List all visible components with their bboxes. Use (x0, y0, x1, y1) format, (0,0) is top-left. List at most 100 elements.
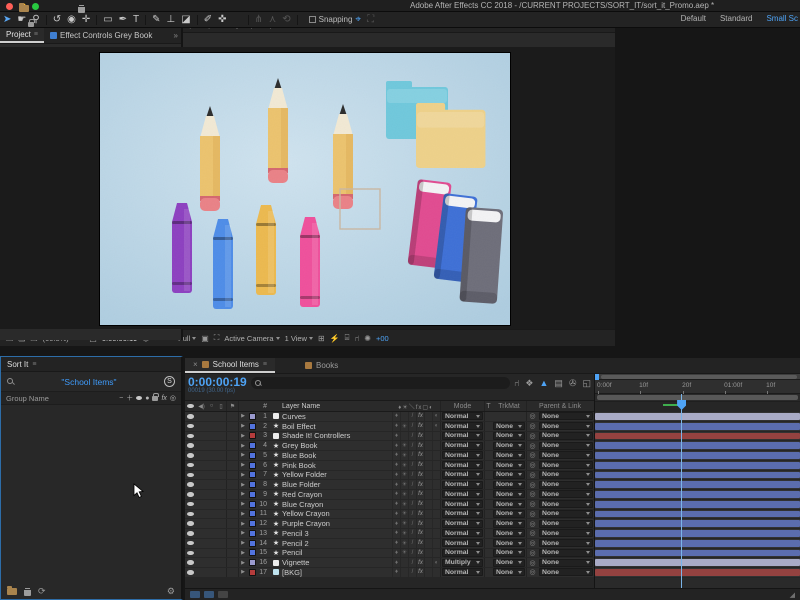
solo-toggle[interactable] (207, 432, 216, 441)
label-color-chip[interactable] (247, 529, 257, 538)
quality-switch[interactable]: / (408, 500, 416, 509)
layer-bar[interactable] (595, 500, 800, 510)
solo-toggle[interactable] (207, 510, 216, 519)
table-row[interactable]: ▶ 2 ★ Boil Effect ♦ ☀ / fx ◐ Normal None… (185, 422, 594, 432)
label-column-icon[interactable]: ⚑ (227, 401, 239, 411)
visibility-toggle[interactable] (185, 432, 196, 441)
parent-dropdown[interactable]: None (538, 510, 594, 519)
world-axis-mode-icon[interactable]: ⋏ (266, 13, 279, 27)
audio-toggle[interactable] (196, 432, 207, 441)
visibility-toggle[interactable] (185, 539, 196, 548)
visibility-toggle[interactable] (185, 441, 196, 450)
tab-timeline-school-items[interactable]: × School Items ≡ (185, 358, 275, 373)
shy-switch[interactable]: ♦ (392, 500, 400, 509)
close-window-button[interactable] (6, 3, 13, 10)
fx-switch[interactable]: fx (416, 451, 424, 460)
preserve-transparency-toggle[interactable] (484, 471, 492, 480)
mode-dropdown[interactable]: Normal (440, 568, 484, 577)
fx-switch[interactable]: fx (416, 490, 424, 499)
label-color-chip[interactable] (247, 500, 257, 509)
audio-toggle[interactable] (196, 451, 207, 460)
lock-icon[interactable] (152, 396, 158, 401)
timeline-track-area[interactable]: 0:00f10f20f01:00f10f (595, 374, 800, 588)
visibility-toggle[interactable] (185, 549, 196, 558)
quality-switch[interactable]: / (408, 412, 416, 421)
trkmat-dropdown[interactable]: None (492, 510, 526, 519)
pick-whip-icon[interactable]: ◎ (526, 461, 538, 470)
label-color-chip[interactable] (247, 422, 257, 431)
shy-switch[interactable]: ♦ (392, 539, 400, 548)
visibility-toggle[interactable] (185, 412, 196, 421)
solo-toggle[interactable] (207, 412, 216, 421)
trkmat-dropdown[interactable]: None (492, 490, 526, 499)
frame-blend-switch[interactable] (424, 422, 432, 431)
solo-toggle[interactable] (207, 480, 216, 489)
layer-name[interactable]: Grey Book (282, 441, 392, 450)
mode-dropdown[interactable]: Normal (440, 422, 484, 431)
pick-whip-icon[interactable]: ◎ (526, 558, 538, 567)
pick-whip-icon[interactable]: ◎ (526, 549, 538, 558)
label-color-chip[interactable] (247, 568, 257, 577)
lock-toggle[interactable] (216, 471, 227, 480)
mode-dropdown[interactable]: Normal (440, 471, 484, 480)
mode-dropdown[interactable]: Normal (440, 451, 484, 460)
shy-switch[interactable]: ♦ (392, 510, 400, 519)
folder-icon[interactable] (7, 588, 17, 595)
quality-switch[interactable]: / (408, 451, 416, 460)
timeline-button-icon[interactable]: ⌸ (345, 333, 350, 343)
quality-switch[interactable]: / (408, 490, 416, 499)
expand-inout-toggle[interactable] (218, 591, 228, 598)
mode-dropdown[interactable]: Normal (440, 510, 484, 519)
preserve-transparency-toggle[interactable] (484, 500, 492, 509)
adjustment-switch[interactable] (432, 529, 440, 538)
visibility-toggle[interactable] (185, 490, 196, 499)
layer-name[interactable]: Red Crayon (282, 490, 392, 499)
label-color-chip[interactable] (247, 549, 257, 558)
time-ruler[interactable]: 0:00f10f20f01:00f10f (595, 380, 800, 394)
audio-toggle[interactable] (196, 422, 207, 431)
quality-switch[interactable]: / (408, 441, 416, 450)
lock-toggle[interactable] (216, 490, 227, 499)
quality-switch[interactable]: / (408, 549, 416, 558)
current-time-display[interactable]: 0:00:00:19 (188, 376, 247, 388)
pick-whip-icon[interactable]: ◎ (526, 451, 538, 460)
region-of-interest-icon[interactable]: ▣ (201, 334, 209, 343)
mode-dropdown[interactable]: Normal (440, 500, 484, 509)
lock-toggle[interactable] (216, 568, 227, 577)
audio-toggle[interactable] (196, 441, 207, 450)
collapse-switch[interactable]: ☀ (400, 539, 408, 548)
lock-toggle[interactable] (216, 422, 227, 431)
audio-toggle[interactable] (196, 510, 207, 519)
zoom-window-button[interactable] (32, 3, 39, 10)
camera-tool[interactable]: ◉ (64, 13, 79, 27)
tab-timeline-books[interactable]: Books (297, 358, 346, 373)
adjustment-switch[interactable] (432, 451, 440, 460)
fx-switch[interactable]: fx (416, 461, 424, 470)
preserve-transparency-toggle[interactable] (484, 510, 492, 519)
frame-blend-switch[interactable] (424, 529, 432, 538)
visibility-toggle[interactable] (185, 529, 196, 538)
solo-column-icon[interactable]: ○ (207, 401, 216, 411)
preserve-transparency-toggle[interactable] (484, 480, 492, 489)
lock-toggle[interactable] (216, 500, 227, 509)
expand-arrow-icon[interactable]: ▶ (239, 461, 247, 470)
quality-switch[interactable]: / (408, 461, 416, 470)
expand-arrow-icon[interactable]: ▶ (239, 519, 247, 528)
table-row[interactable]: ▶ 8 ★ Blue Folder ♦ ☀ / fx Normal None ◎… (185, 480, 594, 490)
mode-dropdown[interactable]: Normal (440, 529, 484, 538)
transparency-grid-icon[interactable]: ⛶ (214, 333, 220, 343)
table-row[interactable]: ▶ 7 ★ Yellow Folder ♦ ☀ / fx Normal None… (185, 471, 594, 481)
label-color-chip[interactable] (247, 451, 257, 460)
audio-toggle[interactable] (196, 480, 207, 489)
quality-switch[interactable]: / (408, 510, 416, 519)
parent-dropdown[interactable]: None (538, 451, 594, 460)
trkmat-dropdown[interactable]: None (492, 529, 526, 538)
lock-toggle[interactable] (216, 549, 227, 558)
collapse-switch[interactable]: ☀ (400, 451, 408, 460)
audio-toggle[interactable] (196, 549, 207, 558)
roto-brush-tool[interactable]: ✐ (201, 13, 215, 27)
layer-bar[interactable] (595, 519, 800, 529)
adjustment-switch[interactable] (432, 549, 440, 558)
pen-tool[interactable]: ✒ (116, 13, 130, 27)
preserve-transparency-toggle[interactable] (484, 490, 492, 499)
